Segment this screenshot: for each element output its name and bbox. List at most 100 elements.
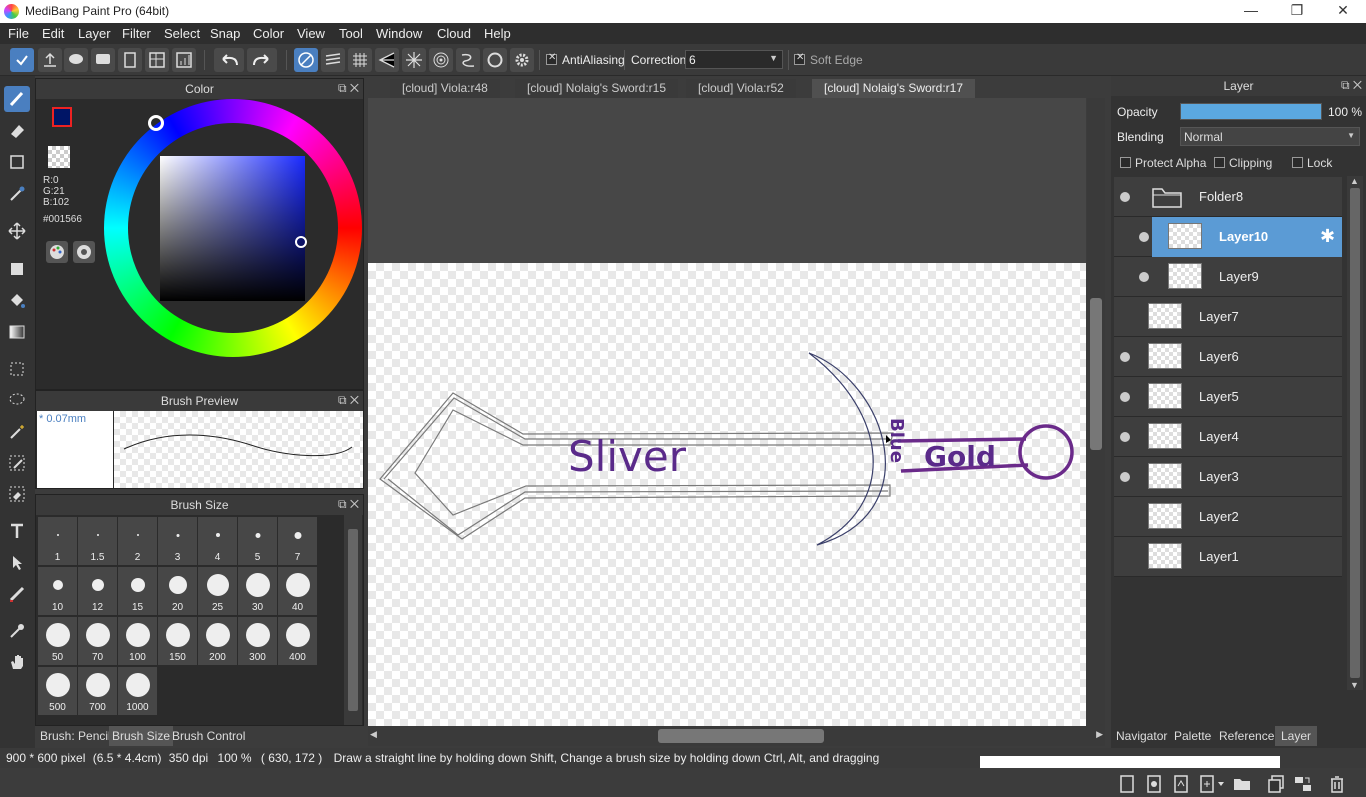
layout-icon[interactable] [145,48,169,72]
tab-brush-control[interactable]: Brush Control [169,726,248,746]
panel-divide-icon[interactable] [4,581,30,607]
layer-row-layer9[interactable]: Layer9 [1114,257,1342,297]
parallel-snap-icon[interactable] [321,48,345,72]
tab-navigator[interactable]: Navigator [1116,726,1167,746]
layer-row-layer4[interactable]: Layer4 [1114,417,1342,457]
dot-brush-icon[interactable] [4,181,30,207]
visibility-icon[interactable] [1139,272,1149,282]
palette-icon[interactable] [46,241,68,263]
protect-alpha-checkbox[interactable] [1120,157,1131,168]
brush-size-option[interactable]: 2 [118,517,157,565]
visibility-icon[interactable] [1120,192,1130,202]
fill-rect-icon[interactable] [4,256,30,282]
panel-controls-icon[interactable]: ⧉ ✕ [1341,78,1362,93]
layer-row-layer2[interactable]: Layer2 [1114,497,1342,537]
lock-checkbox[interactable] [1292,157,1303,168]
brush-size-option[interactable]: 70 [78,617,117,665]
magic-wand-icon[interactable] [4,419,30,445]
text-tool-icon[interactable] [4,518,30,544]
menu-help[interactable]: Help [484,26,511,41]
menu-color[interactable]: Color [253,26,284,41]
visibility-icon[interactable] [1120,392,1130,402]
brush-size-option[interactable]: 7 [278,517,317,565]
tab-brush-pencil[interactable]: Brush: Pencil [37,726,114,746]
panel-controls-icon[interactable]: ⧉ ✕ [338,81,359,96]
menu-layer[interactable]: Layer [78,26,111,41]
brush-size-option[interactable]: 100 [118,617,157,665]
new-halftone-layer-icon[interactable] [1144,774,1164,794]
brush-size-option[interactable]: 1.5 [78,517,117,565]
drawing-canvas[interactable]: Sliver Gold Blue [368,263,1086,726]
shape-tool-icon[interactable] [4,149,30,175]
brush-size-option[interactable]: 150 [158,617,197,665]
brush-size-option[interactable]: 25 [198,567,237,615]
lasso-icon[interactable] [4,387,30,413]
brush-size-option[interactable]: 500 [38,667,77,715]
menu-snap[interactable]: Snap [210,26,240,41]
visibility-icon[interactable] [1120,432,1130,442]
hue-handle[interactable] [148,115,164,131]
brush-size-option[interactable]: 4 [198,517,237,565]
soft-edge-checkbox[interactable] [794,52,805,65]
add-layer-menu-icon[interactable] [1198,774,1228,794]
brush-size-option[interactable]: 1000 [118,667,157,715]
brush-size-option[interactable]: 5 [238,517,277,565]
new-8bit-layer-icon[interactable] [1171,774,1191,794]
brush-size-option[interactable]: 1 [38,517,77,565]
sv-handle[interactable] [295,236,307,248]
canvas-area[interactable]: Sliver Gold Blue [368,98,1086,726]
layer-row-folder8[interactable]: Folder8 [1114,177,1342,217]
layer-row-layer7[interactable]: Layer7 [1114,297,1342,337]
settings-icon[interactable] [510,48,534,72]
radial-snap-icon[interactable] [402,48,426,72]
tab-brush-size[interactable]: Brush Size [109,726,174,746]
vanishing-snap-icon[interactable] [375,48,399,72]
upload-icon[interactable] [38,48,62,72]
select-rect-icon[interactable] [4,356,30,382]
restore-button[interactable]: ❐ [1274,0,1320,23]
brush-size-option[interactable]: 12 [78,567,117,615]
antialiasing-checkbox[interactable] [546,52,557,65]
canvas-vertical-scrollbar[interactable] [1087,98,1105,726]
brush-size-option[interactable]: 700 [78,667,117,715]
snap-off-icon[interactable] [294,48,318,72]
gear-icon[interactable]: ✱ [1320,226,1335,247]
menu-view[interactable]: View [297,26,325,41]
new-layer-icon[interactable] [1117,774,1137,794]
tab-viola-r48[interactable]: [cloud] Viola:r48 [390,79,500,98]
clipping-checkbox[interactable] [1214,157,1225,168]
tab-sword-r17[interactable]: [cloud] Nolaig's Sword:r17 [812,79,976,98]
cross-snap-icon[interactable] [348,48,372,72]
hand-tool-icon[interactable] [4,649,30,675]
move-tool-icon[interactable] [4,218,30,244]
panel-controls-icon[interactable]: ⧉ ✕ [338,393,359,408]
brush-size-option[interactable]: 400 [278,617,317,665]
brush-size-option[interactable]: 30 [238,567,277,615]
brush-size-option[interactable]: 300 [238,617,277,665]
brush-size-option[interactable]: 40 [278,567,317,615]
blending-select[interactable]: Normal ▼ [1180,127,1360,146]
eyedropper-icon[interactable] [4,618,30,644]
select-eraser-icon[interactable] [4,481,30,507]
document-icon[interactable] [118,48,142,72]
curve-snap-icon[interactable] [456,48,480,72]
panel-controls-icon[interactable]: ⧉ ✕ [338,497,359,512]
select-pen-icon[interactable] [4,450,30,476]
concentric-snap-icon[interactable] [429,48,453,72]
eraser-tool-icon[interactable] [4,118,30,144]
duplicate-layer-icon[interactable] [1266,774,1286,794]
layer-row-layer6[interactable]: Layer6 [1114,337,1342,377]
ellipse-snap-icon[interactable] [483,48,507,72]
canvas-horizontal-scrollbar[interactable]: ◀ ▶ [368,726,1105,746]
grid-icon[interactable] [172,48,196,72]
chat-icon[interactable] [91,48,115,72]
operation-tool-icon[interactable] [4,550,30,576]
menu-window[interactable]: Window [376,26,422,41]
brush-size-option[interactable]: 50 [38,617,77,665]
new-folder-icon[interactable] [1232,774,1252,794]
primary-color-swatch[interactable] [52,107,72,127]
notification-popup[interactable] [980,756,1280,768]
tab-sword-r15[interactable]: [cloud] Nolaig's Sword:r15 [515,79,679,98]
menu-filter[interactable]: Filter [122,26,151,41]
undo-icon[interactable] [214,48,244,72]
